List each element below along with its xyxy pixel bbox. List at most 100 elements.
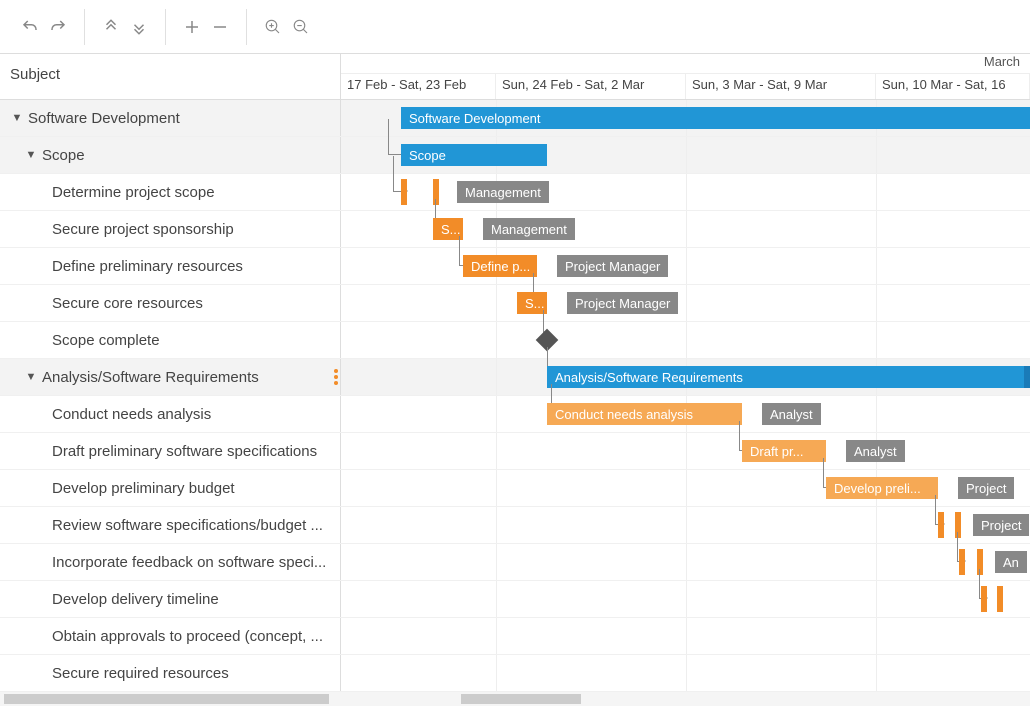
gantt-body: ▼ Software Development Software Developmen…: [0, 100, 1030, 692]
task-bracket[interactable]: [433, 179, 439, 205]
task-cell[interactable]: ▼ Analysis/Software Requirements: [0, 359, 341, 395]
timeline-cell[interactable]: Project: [341, 507, 1030, 543]
task-bracket[interactable]: [938, 512, 944, 538]
timeline-cell[interactable]: Management: [341, 174, 1030, 210]
timeline-cell[interactable]: Software Development: [341, 100, 1030, 136]
task-row[interactable]: Secure required resources: [0, 655, 1030, 692]
horizontal-scrollbar[interactable]: [0, 692, 1030, 706]
task-cell[interactable]: Incorporate feedback on software speci..…: [0, 544, 341, 580]
task-cell[interactable]: Obtain approvals to proceed (concept, ..…: [0, 618, 341, 654]
task-label: Secure required resources: [52, 665, 229, 682]
task-label: Review software specifications/budget ..…: [52, 517, 323, 534]
summary-bar[interactable]: Software Development: [401, 107, 1030, 129]
task-row[interactable]: Conduct needs analysisConduct needs anal…: [0, 396, 1030, 433]
task-label: Analysis/Software Requirements: [42, 369, 259, 386]
task-label: Scope: [42, 147, 85, 164]
task-row[interactable]: Determine project scope Management: [0, 174, 1030, 211]
column-header-subject[interactable]: Subject: [0, 54, 341, 99]
timeline-cell[interactable]: [341, 581, 1030, 617]
task-row[interactable]: Incorporate feedback on software speci..…: [0, 544, 1030, 581]
task-cell[interactable]: Draft preliminary software specification…: [0, 433, 341, 469]
task-label: Conduct needs analysis: [52, 406, 211, 423]
zoom-in-button[interactable]: [259, 13, 287, 41]
timeline-cell[interactable]: Conduct needs analysisAnalyst: [341, 396, 1030, 432]
redo-button[interactable]: [44, 13, 72, 41]
task-row[interactable]: Develop delivery timeline: [0, 581, 1030, 618]
task-bracket[interactable]: [981, 586, 987, 612]
summary-bar[interactable]: Analysis/Software Requirements: [547, 366, 1030, 388]
task-label: Define preliminary resources: [52, 258, 243, 275]
timeline-cell[interactable]: [341, 322, 1030, 358]
task-cell[interactable]: Secure core resources: [0, 285, 341, 321]
task-row[interactable]: Obtain approvals to proceed (concept, ..…: [0, 618, 1030, 655]
add-button[interactable]: [178, 13, 206, 41]
collapse-caret-icon[interactable]: ▼: [24, 371, 38, 383]
remove-button[interactable]: [206, 13, 234, 41]
task-label: Software Development: [28, 110, 180, 127]
task-cell[interactable]: Scope complete: [0, 322, 341, 358]
timeline-cell[interactable]: S...Project Manager: [341, 285, 1030, 321]
timeline-cell[interactable]: Develop preli... Project: [341, 470, 1030, 506]
task-cell[interactable]: Secure project sponsorship: [0, 211, 341, 247]
undo-button[interactable]: [16, 13, 44, 41]
task-cell[interactable]: Define preliminary resources: [0, 248, 341, 284]
resource-label: Project Manager: [557, 255, 668, 277]
resource-label: Management: [457, 181, 549, 203]
resource-label: Project: [958, 477, 1014, 499]
task-bar[interactable]: Develop preli...: [826, 477, 938, 499]
task-row[interactable]: Define preliminary resources Define p... P…: [0, 248, 1030, 285]
task-label: Secure core resources: [52, 295, 203, 312]
timeline-cell[interactable]: [341, 618, 1030, 654]
timeline-cell[interactable]: An: [341, 544, 1030, 580]
task-label: Scope complete: [52, 332, 160, 349]
timeline-cell[interactable]: Define p... Project Manager: [341, 248, 1030, 284]
timeline-week-header: Sun, 24 Feb - Sat, 2 Mar: [496, 74, 686, 99]
task-cell[interactable]: Develop preliminary budget: [0, 470, 341, 506]
task-cell[interactable]: Conduct needs analysis: [0, 396, 341, 432]
collapse-caret-icon[interactable]: ▼: [24, 149, 38, 161]
task-bracket[interactable]: [959, 549, 965, 575]
scrollbar-thumb-left[interactable]: [4, 694, 329, 704]
group-row[interactable]: ▼ Analysis/Software Requirements Analysis/…: [0, 359, 1030, 396]
drag-handle-icon[interactable]: [334, 368, 340, 386]
task-label: Develop delivery timeline: [52, 591, 219, 608]
summary-bar[interactable]: Scope: [401, 144, 547, 166]
task-bar[interactable]: Define p...: [463, 255, 537, 277]
header-row: Subject March 17 Feb - Sat, 23 FebSun, 2…: [0, 54, 1030, 100]
resource-label: Management: [483, 218, 575, 240]
move-down-button[interactable]: [125, 13, 153, 41]
resource-label: Analyst: [846, 440, 905, 462]
task-cell[interactable]: ▼ Scope: [0, 137, 341, 173]
task-cell[interactable]: ▼ Software Development: [0, 100, 341, 136]
task-bracket[interactable]: [401, 179, 407, 205]
resource-label: Project: [973, 514, 1029, 536]
task-cell[interactable]: Secure required resources: [0, 655, 341, 691]
zoom-out-button[interactable]: [287, 13, 315, 41]
task-bar[interactable]: Draft pr...: [742, 440, 826, 462]
task-row[interactable]: Draft preliminary software specification…: [0, 433, 1030, 470]
scrollbar-thumb-right[interactable]: [461, 694, 581, 704]
task-bracket[interactable]: [997, 586, 1003, 612]
task-row[interactable]: Develop preliminary budget Develop preli.…: [0, 470, 1030, 507]
collapse-caret-icon[interactable]: ▼: [10, 112, 24, 124]
timeline-cell[interactable]: Analysis/Software Requirements: [341, 359, 1030, 395]
timeline-cell[interactable]: Scope: [341, 137, 1030, 173]
timeline-weeks: 17 Feb - Sat, 23 FebSun, 24 Feb - Sat, 2…: [341, 74, 1030, 99]
task-label: Develop preliminary budget: [52, 480, 235, 497]
group-row[interactable]: ▼ Software Development Software Developmen…: [0, 100, 1030, 137]
task-cell[interactable]: Review software specifications/budget ..…: [0, 507, 341, 543]
move-up-button[interactable]: [97, 13, 125, 41]
task-row[interactable]: Secure project sponsorshipS...Management: [0, 211, 1030, 248]
task-cell[interactable]: Determine project scope: [0, 174, 341, 210]
task-label: Determine project scope: [52, 184, 215, 201]
timeline-month-label: March: [341, 54, 1030, 74]
task-row[interactable]: Secure core resources S...Project Manager: [0, 285, 1030, 322]
group-row[interactable]: ▼ Scope Scope: [0, 137, 1030, 174]
timeline-cell[interactable]: [341, 655, 1030, 691]
task-row[interactable]: Scope complete: [0, 322, 1030, 359]
task-bar[interactable]: Conduct needs analysis: [547, 403, 742, 425]
task-row[interactable]: Review software specifications/budget ..…: [0, 507, 1030, 544]
task-cell[interactable]: Develop delivery timeline: [0, 581, 341, 617]
timeline-cell[interactable]: Draft pr... Analyst: [341, 433, 1030, 469]
timeline-cell[interactable]: S...Management: [341, 211, 1030, 247]
